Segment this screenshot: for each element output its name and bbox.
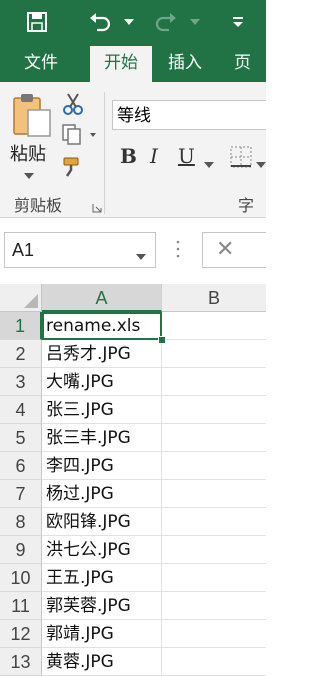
ribbon-tabs: 文件 开始 插入 页面 <box>0 46 266 107</box>
paste-button[interactable]: 粘贴 <box>8 90 54 179</box>
undo-dropdown-icon[interactable] <box>122 8 136 36</box>
row-header[interactable]: 1 <box>0 312 42 340</box>
cell-b[interactable] <box>162 592 266 620</box>
cell-b[interactable] <box>162 312 266 340</box>
row-header[interactable]: 8 <box>0 508 42 536</box>
row-header[interactable]: 6 <box>0 452 42 480</box>
underline-dropdown-icon[interactable] <box>204 155 214 173</box>
row-header[interactable]: 13 <box>0 648 42 676</box>
cell-a[interactable]: 大嘴.JPG <box>42 368 162 396</box>
table-row: 7 杨过.JPG <box>0 480 266 508</box>
name-box[interactable]: A1 <box>4 232 156 268</box>
ribbon-group-divider <box>104 92 105 214</box>
cell-a[interactable]: 张三丰.JPG <box>42 424 162 452</box>
paste-label: 粘贴 <box>10 144 46 165</box>
table-row: 2 吕秀才.JPG <box>0 340 266 368</box>
clipboard-icon <box>13 94 51 137</box>
save-icon[interactable] <box>22 8 52 36</box>
row-header[interactable]: 3 <box>0 368 42 396</box>
name-box-dropdown-icon[interactable] <box>136 247 146 265</box>
cell-a[interactable]: 洪七公.JPG <box>42 536 162 564</box>
cell-a[interactable]: 李四.JPG <box>42 452 162 480</box>
cell-a[interactable]: 郭靖.JPG <box>42 620 162 648</box>
cell-b[interactable] <box>162 452 266 480</box>
bold-button[interactable]: B <box>120 144 137 168</box>
formula-bar-grip-icon[interactable] <box>176 238 180 260</box>
row-header[interactable]: 7 <box>0 480 42 508</box>
table-row: 8 欧阳锋.JPG <box>0 508 266 536</box>
cell-b[interactable] <box>162 480 266 508</box>
cell-a[interactable]: 郭芙蓉.JPG <box>42 592 162 620</box>
fill-handle[interactable] <box>158 336 166 344</box>
clipboard-dialog-launcher-icon[interactable] <box>92 200 102 218</box>
table-row: 13 黄蓉.JPG <box>0 648 266 676</box>
row-header[interactable]: 9 <box>0 536 42 564</box>
italic-button[interactable]: I <box>150 144 158 168</box>
tab-home[interactable]: 开始 <box>90 46 152 82</box>
cell-b[interactable] <box>162 396 266 424</box>
row-header[interactable]: 2 <box>0 340 42 368</box>
cut-icon[interactable] <box>62 92 84 121</box>
table-row: 4 张三.JPG <box>0 396 266 424</box>
cell-a[interactable]: 王五.JPG <box>42 564 162 592</box>
table-row: 1 rename.xls <box>0 312 266 344</box>
column-header-b[interactable]: B <box>162 284 266 312</box>
cell-a[interactable]: 黄蓉.JPG <box>42 648 162 676</box>
cell-b[interactable] <box>162 508 266 536</box>
row-header[interactable]: 4 <box>0 396 42 424</box>
redo-icon[interactable] <box>152 8 180 36</box>
table-row: 10 王五.JPG <box>0 564 266 592</box>
tab-file[interactable]: 文件 <box>24 46 58 82</box>
table-row: 5 张三丰.JPG <box>0 424 266 452</box>
row-header[interactable]: 12 <box>0 620 42 648</box>
cell-b[interactable] <box>162 368 266 396</box>
cell-a[interactable]: 吕秀才.JPG <box>42 340 162 368</box>
cell-a[interactable]: 欧阳锋.JPG <box>42 508 162 536</box>
borders-dropdown-icon[interactable] <box>256 155 266 173</box>
column-header-a[interactable]: A <box>42 284 162 312</box>
cell-b[interactable] <box>162 648 266 676</box>
font-name-input[interactable]: 等线 <box>112 100 266 130</box>
cell-a1-active[interactable]: rename.xls <box>42 312 162 340</box>
cell-b[interactable] <box>162 536 266 564</box>
row-header[interactable]: 5 <box>0 424 42 452</box>
tab-page-layout[interactable]: 页面 <box>234 46 266 107</box>
cell-b[interactable] <box>162 424 266 452</box>
row-header[interactable]: 10 <box>0 564 42 592</box>
row-header[interactable]: 11 <box>0 592 42 620</box>
table-row: 12 郭靖.JPG <box>0 620 266 648</box>
table-row: 3 大嘴.JPG <box>0 368 266 396</box>
cell-b[interactable] <box>162 340 266 368</box>
borders-icon[interactable] <box>230 146 252 173</box>
redo-dropdown-icon[interactable] <box>188 8 202 36</box>
tab-insert[interactable]: 插入 <box>168 46 202 82</box>
title-bar <box>0 0 266 46</box>
clipboard-group-label: 剪贴板 <box>14 196 63 215</box>
cancel-icon[interactable]: ✕ <box>216 234 234 264</box>
cell-a[interactable]: 张三.JPG <box>42 396 162 424</box>
undo-icon[interactable] <box>86 8 114 36</box>
table-row: 6 李四.JPG <box>0 452 266 480</box>
cell-a[interactable]: 杨过.JPG <box>42 480 162 508</box>
chevron-down-icon <box>24 166 34 184</box>
copy-icon[interactable] <box>62 124 96 151</box>
underline-button[interactable]: U <box>178 144 195 168</box>
select-all-corner[interactable] <box>0 284 42 312</box>
format-painter-icon[interactable] <box>62 156 86 183</box>
cell-b[interactable] <box>162 564 266 592</box>
table-row: 11 郭芙蓉.JPG <box>0 592 266 620</box>
cell-b[interactable] <box>162 620 266 648</box>
customize-quick-access-icon[interactable] <box>230 8 246 36</box>
table-row: 9 洪七公.JPG <box>0 536 266 564</box>
